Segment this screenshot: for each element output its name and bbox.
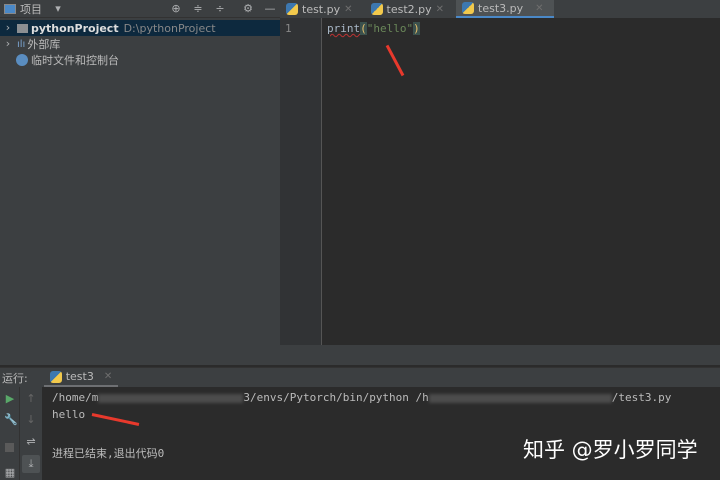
tree-item-project[interactable]: › pythonProject D:\pythonProject [0,20,280,36]
panel-icon [4,3,16,14]
tab-label: test2.py [386,2,432,16]
arrow-up-icon[interactable]: ↑ [25,393,37,405]
code-editor[interactable]: print("hello") [322,18,720,345]
layout-icon[interactable]: ▦ [4,467,16,479]
python-file-icon [286,3,298,15]
close-icon[interactable]: ✕ [344,4,352,15]
run-output: hello [52,408,86,421]
redacted-text [98,393,244,403]
stop-icon[interactable] [5,443,14,452]
scratches-icon [16,54,28,66]
tab-test-py[interactable]: test.py ✕ [280,0,359,18]
code-paren: ( [360,22,367,35]
tab-test3-py[interactable]: test3.py ✕ [456,0,554,18]
tree-label: 外部库 [27,38,61,51]
python-file-icon [370,3,383,15]
expand-all-icon[interactable]: ≑ [192,2,204,15]
collapse-all-icon[interactable]: ÷ [214,2,226,15]
chevron-right-icon[interactable]: › [2,22,14,34]
soft-wrap-icon[interactable]: ⇌ [25,436,37,448]
project-panel: 项目 ▾ ⊕ ≑ ÷ ⚙ — › pythonProject D:\python… [0,0,280,365]
close-icon[interactable]: ✕ [436,4,444,15]
panel-title[interactable]: 项目 [20,1,42,17]
locate-icon[interactable]: ⊕ [170,2,182,15]
minimize-icon[interactable]: — [264,2,276,15]
run-tab[interactable]: test3 ✕ [43,368,119,387]
close-icon[interactable]: ✕ [104,371,112,382]
cmd-part: /home/m [52,391,99,404]
line-number: 1 [285,22,292,35]
python-icon [49,370,62,383]
project-panel-header: 项目 ▾ ⊕ ≑ ÷ ⚙ — [0,0,280,18]
run-label: 运行: [2,371,28,385]
cmd-part: /test3.py [611,391,672,404]
code-paren: ) [413,22,420,35]
tab-test2-py[interactable]: test2.py ✕ [365,0,451,18]
tree-item-scratches[interactable]: 临时文件和控制台 [0,52,280,68]
run-tab-label: test3 [65,370,94,383]
chevron-down-icon[interactable]: ▾ [52,2,64,15]
rerun-icon[interactable]: ▶ [4,393,16,405]
library-icon: ılı [17,38,26,50]
gear-icon[interactable]: ⚙ [242,2,254,15]
tree-label: 临时文件和控制台 [31,54,119,67]
code-line: print("hello") [327,22,420,35]
code-function: print [327,22,361,35]
tab-label: test.py [302,2,341,16]
tab-label: test3.py [478,1,524,15]
scroll-to-end-icon[interactable]: ⤓ [22,455,40,473]
run-command: /home/m 3/envs/Pytorch/bin/python /h/test… [52,391,671,404]
annotation-arrow [91,413,140,426]
project-path: D:\pythonProject [123,21,216,35]
line-gutter: 1 [280,18,322,345]
run-exit-message: 进程已结束,退出代码0 [52,447,165,460]
chevron-right-icon[interactable]: › [2,38,14,50]
arrow-down-icon[interactable]: ↓ [25,414,37,426]
project-name: pythonProject [31,21,119,35]
close-icon[interactable]: ✕ [535,3,543,14]
run-toolbar: ▶ 🔧 ▦ [0,387,20,480]
python-file-icon [462,2,475,14]
editor-tabs: test.py ✕ test2.py ✕ test3.py ✕ [280,0,720,18]
wrench-icon[interactable]: 🔧 [4,414,18,426]
redacted-text [428,393,612,403]
tree-item-external-libraries[interactable]: › ılı 外部库 [0,36,280,52]
watermark: 知乎 @罗小罗同学 [523,438,698,462]
editor-bottom-strip [280,345,720,365]
code-string: "hello" [366,22,414,35]
run-panel-header: 运行: test3 ✕ [0,367,720,387]
folder-icon [17,23,28,33]
run-toolbar-secondary: ↑ ↓ ⇌ ⤓ [20,387,42,480]
cmd-part: 3/envs/Pytorch/bin/python /h [243,391,429,404]
